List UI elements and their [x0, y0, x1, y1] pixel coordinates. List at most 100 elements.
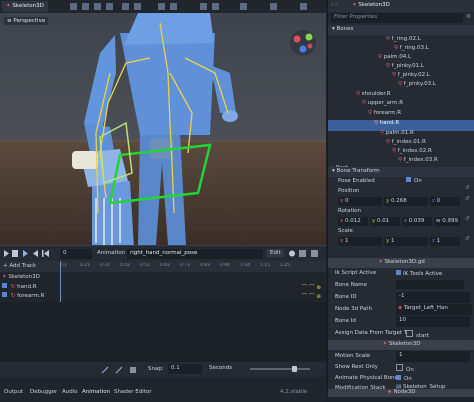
bone-id-field[interactable]: -1: [396, 292, 470, 303]
scale-y-field[interactable]: y 1: [384, 237, 428, 246]
show-rest-only-checkbox[interactable]: On: [396, 364, 414, 373]
bone-label: palm.04.L: [383, 54, 412, 60]
timeline-body[interactable]: [0, 302, 326, 362]
bone-label: f_index.02.R: [397, 148, 432, 154]
footer-icons: [100, 366, 140, 374]
inspector-header: ‹ › ✦ Skeleton3D: [328, 0, 474, 12]
scale-x-field[interactable]: x 1: [338, 237, 382, 246]
frame-field[interactable]: 0: [60, 249, 92, 259]
ik-script-title: Skeleton3D.gd: [384, 259, 425, 265]
rotation-x-value: 0.012: [345, 218, 361, 224]
zoom-slider-handle[interactable]: [292, 366, 297, 372]
viewport-scene[interactable]: [0, 13, 326, 245]
track-row[interactable]: ↻ forearm.R ⌒ ⌒ ⊗: [2, 292, 324, 301]
node-path-field[interactable]: ◈ Target_Left_Han: [396, 304, 472, 315]
bone-tree-item[interactable]: ⚲ f_index.03.R: [328, 157, 474, 164]
bone-name-field[interactable]: [396, 280, 464, 289]
assign-data-value[interactable]: start: [406, 330, 429, 339]
playback-icons[interactable]: [3, 249, 55, 258]
ik-script-section-header[interactable]: ✦ Skeleton3D.gd: [328, 258, 474, 268]
pose-enabled-checkbox[interactable]: On: [406, 177, 422, 184]
time-tick: 1.15: [260, 263, 271, 268]
reset-icon[interactable]: ↺: [465, 236, 470, 242]
property-value[interactable]: IK Tools Active: [396, 270, 442, 277]
property-row: Bone ID -1: [328, 292, 474, 303]
animate-physical-bones-checkbox[interactable]: On: [396, 375, 412, 382]
rotation-y-field[interactable]: y 0.01: [370, 217, 400, 226]
bone-label: f_ring.03.L: [399, 45, 429, 51]
tab-debugger[interactable]: Debugger: [30, 389, 57, 395]
animate-physical-bones-value: On: [404, 376, 412, 382]
tab-animation[interactable]: Animation: [82, 389, 110, 395]
perspective-button[interactable]: ≡ Perspective: [4, 17, 49, 25]
bones-section-label: Bones: [336, 26, 354, 32]
track-options-icon[interactable]: ⌒ ⌒ ⊗: [302, 292, 321, 300]
position-x-field[interactable]: x 0: [338, 197, 382, 206]
property-row: Show Rest Only On: [328, 362, 474, 373]
pose-enabled-value: On: [414, 178, 422, 184]
motion-scale-field[interactable]: 1: [396, 351, 470, 362]
snap-unit-select[interactable]: Seconds: [206, 364, 242, 374]
bone-label: f_index.03.R: [403, 157, 438, 163]
edit-button[interactable]: Edit: [267, 249, 284, 257]
viewport-tab[interactable]: ✦ Skeleton3D: [2, 1, 48, 12]
reset-icon[interactable]: ↺: [465, 216, 470, 222]
track-row[interactable]: ↻ hand.R ⌒ ⌒ ⊗: [2, 283, 324, 292]
rotation-x-field[interactable]: x 0.012: [338, 217, 368, 226]
node3d-section-header[interactable]: ◈ Node3D: [328, 389, 474, 397]
time-tick: 0.62: [160, 263, 171, 268]
track-options-icon[interactable]: ⌒ ⌒ ⊗: [302, 283, 321, 291]
animation-select[interactable]: right_hand_normal_pose: [127, 249, 263, 259]
bone-id-number-field[interactable]: 10: [396, 316, 470, 327]
filter-options-icon[interactable]: ⚙: [466, 14, 471, 20]
property-row: Bone Name: [328, 280, 474, 291]
tab-shader-editor[interactable]: Shader Editor: [114, 389, 152, 395]
toolbar-icons: [60, 2, 320, 11]
zoom-slider[interactable]: [250, 368, 310, 370]
toolbar-icon-strip: [70, 3, 307, 10]
snap-label: Snap:: [148, 366, 164, 372]
add-track-button[interactable]: + Add Track: [3, 263, 36, 269]
track-group[interactable]: ✦ Skeleton3D: [2, 274, 324, 283]
rotation-label: Rotation: [338, 208, 362, 214]
animation-extra-icon-strip[interactable]: [287, 249, 325, 258]
property-label: Bone Id: [335, 318, 356, 324]
filter-properties-input[interactable]: Filter Properties: [331, 13, 463, 23]
property-label: Bone ID: [335, 294, 357, 300]
timeline-panel: + Add Track 0.1 0.21 0.31 0.42 0.52 0.62 0.73 0…: [0, 261, 474, 402]
track-checkbox[interactable]: [2, 292, 7, 297]
skeleton-section-header[interactable]: ✦ Skeleton3D: [328, 340, 474, 350]
version-label: 4.2.stable: [280, 389, 308, 395]
position-y-field[interactable]: y 0.268: [384, 197, 428, 206]
scale-z-field[interactable]: z 1: [430, 237, 460, 246]
bones-section-header[interactable]: ▾ Bones: [328, 25, 474, 35]
check-icon: [406, 177, 411, 182]
pose-enabled-label: Pose Enabled: [338, 178, 375, 184]
property-label: Bone Name: [335, 282, 367, 288]
reset-icon[interactable]: ↺: [465, 196, 470, 202]
tab-output[interactable]: Output: [4, 389, 23, 395]
inspector-history-icons[interactable]: ‹ ›: [331, 2, 337, 8]
timeline-ruler[interactable]: 0.1 0.21 0.31 0.42 0.52 0.62 0.73 0.83 0.94 1.04 1…: [60, 263, 322, 268]
bone-transform-header[interactable]: ▾ Bone Transform: [328, 167, 474, 177]
rotation-w-field[interactable]: w 0.999: [434, 217, 460, 226]
bone-label: f_pinky.02.L: [397, 72, 430, 78]
scale-z-value: 1: [436, 238, 441, 244]
viewport-3d[interactable]: ≡ Perspective: [0, 13, 326, 245]
snap-field[interactable]: 0.1: [168, 364, 202, 374]
assign-data-text: start: [416, 333, 429, 339]
animation-extra-icons: [287, 249, 325, 258]
tab-audio[interactable]: Audio: [62, 389, 78, 395]
skeleton-icon: ✦: [6, 3, 11, 9]
bone-label: palm.01.R: [385, 130, 414, 136]
position-z-field[interactable]: z 0: [430, 197, 460, 206]
bone-label: f_pinky.03.L: [403, 81, 436, 87]
footer-icon-strip[interactable]: [100, 366, 140, 374]
reset-icon[interactable]: ↺: [465, 185, 470, 191]
rotation-z-field[interactable]: z 0.039: [402, 217, 432, 226]
track-checkbox[interactable]: [2, 283, 7, 288]
track-group-label: Skeleton3D: [8, 274, 40, 280]
time-tick: 1.04: [240, 263, 251, 268]
scale-x-value: 1: [345, 238, 349, 244]
property-label: Motion Scale: [335, 353, 371, 359]
